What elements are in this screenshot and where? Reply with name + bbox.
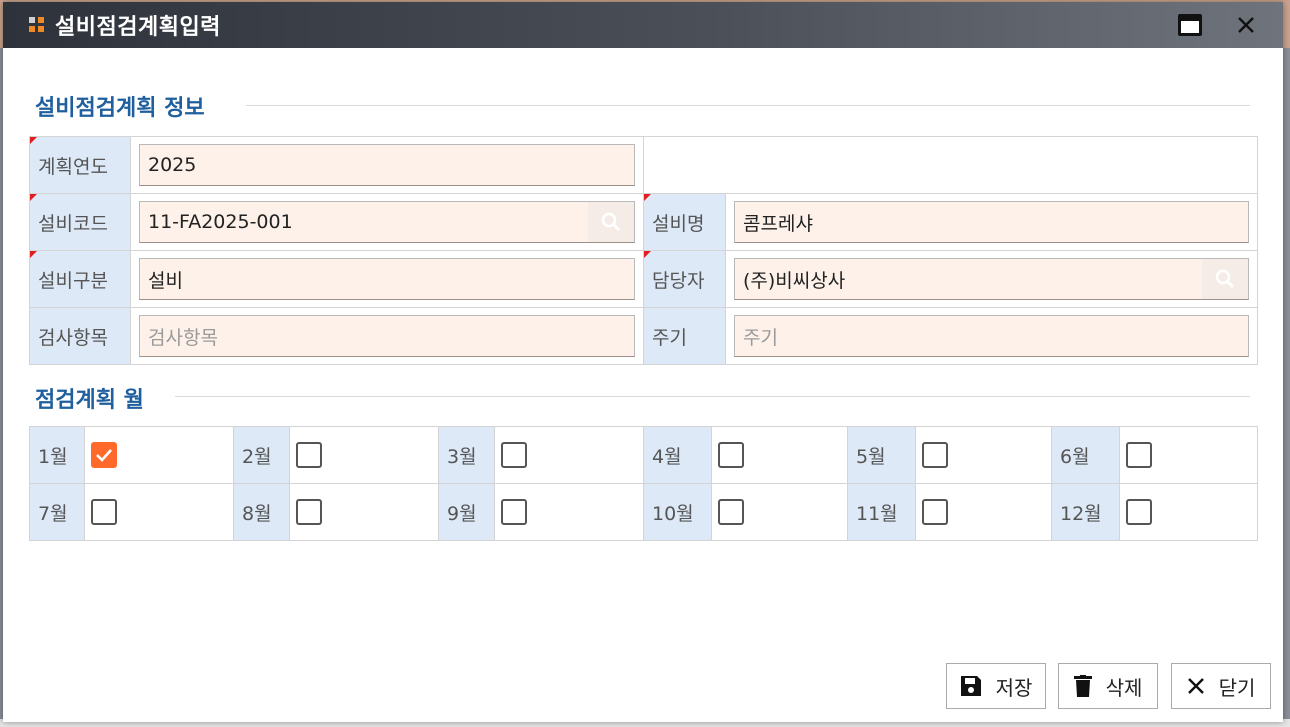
maximize-button[interactable] [1175, 10, 1205, 40]
section-divider [175, 396, 1250, 397]
month-checkbox[interactable] [1126, 499, 1152, 525]
field-label-plan-year: 계획연도 [29, 136, 131, 194]
x-icon [1187, 678, 1204, 694]
close-button-label: 닫기 [1218, 675, 1256, 700]
month-checkbox[interactable] [718, 442, 744, 468]
search-icon [1215, 269, 1234, 288]
window-icon [1178, 14, 1202, 36]
manager-search-button[interactable] [1202, 259, 1248, 299]
month-checkbox[interactable] [922, 499, 948, 525]
dialog-titlebar: 설비점검계획입력 [3, 2, 1283, 48]
field-label-cycle: 주기 [643, 307, 726, 365]
equipment-code-input[interactable]: 11-FA2025-001 [139, 201, 635, 243]
month-label: 2월 [233, 426, 290, 484]
month-label: 1월 [29, 426, 85, 484]
inspection-item-placeholder: 검사항목 [148, 326, 218, 349]
section-title-info: 설비점검계획 정보 [35, 96, 205, 121]
equipment-inspection-plan-dialog: 설비점검계획입력 설비점검계획 정보 계획연도 2025 설비코드 11-FA2… [3, 2, 1283, 722]
plan-year-value: 2025 [148, 154, 197, 176]
grid-icon [29, 17, 45, 33]
save-button-label: 저장 [995, 675, 1033, 700]
month-label: 6월 [1051, 426, 1120, 484]
field-label-manager: 담당자 [643, 250, 726, 308]
cycle-input[interactable]: 주기 [734, 315, 1249, 357]
month-checkbox[interactable] [922, 442, 948, 468]
inspection-item-input[interactable]: 검사항목 [139, 315, 635, 357]
month-label: 10월 [643, 483, 712, 541]
months-table: 1월 2월 3월 4월 5월 6월 7월 8월 9월 10월 11월 12월 [29, 426, 1258, 541]
info-form-table: 계획연도 2025 설비코드 11-FA2025-001 설비명 콤프레샤 설비… [29, 136, 1258, 365]
dialog-title: 설비점검계획입력 [55, 15, 221, 40]
check-icon [96, 449, 112, 462]
manager-value: (주)비씨상사 [743, 269, 846, 292]
floppy-icon [960, 676, 981, 696]
months-row: 1월 2월 3월 4월 5월 6월 [29, 426, 1258, 484]
month-label: 7월 [29, 483, 85, 541]
month-checkbox[interactable] [718, 499, 744, 525]
month-checkbox[interactable] [501, 499, 527, 525]
delete-button[interactable]: 삭제 [1058, 663, 1158, 709]
month-checkbox[interactable] [91, 499, 117, 525]
month-label: 12월 [1051, 483, 1120, 541]
month-label: 5월 [847, 426, 916, 484]
equipment-code-value: 11-FA2025-001 [148, 211, 293, 233]
month-checkbox[interactable] [501, 442, 527, 468]
form-row: 계획연도 2025 [29, 136, 1258, 194]
section-title-months: 점검계획 월 [35, 388, 144, 413]
equipment-type-input[interactable]: 설비 [139, 258, 635, 300]
month-checkbox[interactable] [296, 442, 322, 468]
save-button[interactable]: 저장 [946, 663, 1046, 709]
field-label-equipment-code: 설비코드 [29, 193, 131, 251]
month-checkbox[interactable] [296, 499, 322, 525]
equipment-name-input[interactable]: 콤프레샤 [734, 201, 1249, 243]
month-checkbox[interactable] [91, 442, 117, 468]
field-label-equipment-name: 설비명 [643, 193, 726, 251]
delete-button-label: 삭제 [1105, 675, 1143, 700]
cycle-placeholder: 주기 [743, 326, 778, 349]
equipment-type-value: 설비 [148, 269, 183, 292]
field-label-inspection-item: 검사항목 [29, 307, 131, 365]
equipment-code-search-button[interactable] [588, 202, 634, 242]
form-row: 검사항목 검사항목 주기 주기 [29, 307, 1258, 365]
close-window-button[interactable] [1231, 10, 1261, 40]
months-row: 7월 8월 9월 10월 11월 12월 [29, 483, 1258, 541]
month-label: 11월 [847, 483, 916, 541]
month-label: 4월 [643, 426, 712, 484]
section-divider [246, 105, 1250, 106]
month-label: 3월 [438, 426, 495, 484]
manager-input[interactable]: (주)비씨상사 [734, 258, 1249, 300]
equipment-name-value: 콤프레샤 [743, 212, 813, 235]
form-row: 설비코드 11-FA2025-001 설비명 콤프레샤 [29, 193, 1258, 251]
plan-year-input[interactable]: 2025 [139, 144, 635, 186]
close-button[interactable]: 닫기 [1171, 663, 1271, 709]
field-label-equipment-type: 설비구분 [29, 250, 131, 308]
month-label: 8월 [233, 483, 290, 541]
month-label: 9월 [438, 483, 495, 541]
search-icon [601, 212, 620, 231]
form-row: 설비구분 설비 담당자 (주)비씨상사 [29, 250, 1258, 308]
empty-cell [643, 136, 1258, 194]
month-checkbox[interactable] [1126, 442, 1152, 468]
trash-icon [1073, 675, 1092, 697]
close-icon [1238, 17, 1254, 33]
